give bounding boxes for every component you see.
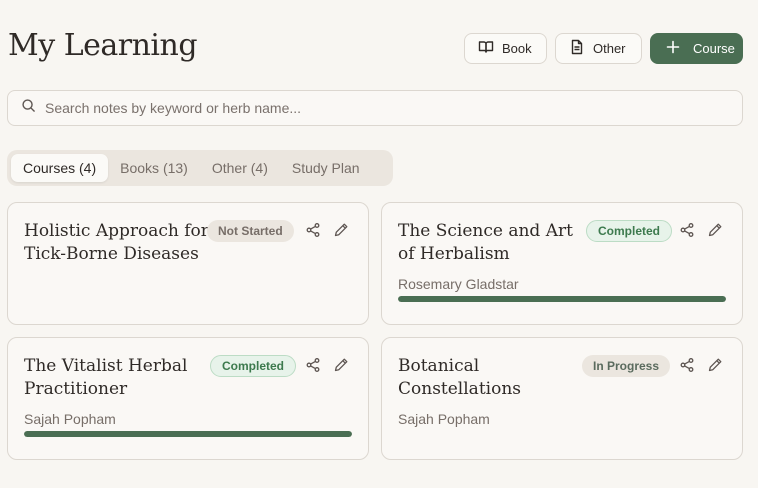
course-title: Botanical Constellations — [398, 356, 521, 399]
pencil-icon — [707, 358, 723, 377]
add-other-button[interactable]: Other — [555, 33, 642, 64]
plus-icon — [665, 39, 681, 58]
progress-bar — [398, 296, 726, 302]
tab-other[interactable]: Other (4) — [200, 154, 280, 182]
add-other-label: Other — [593, 41, 626, 56]
course-title: The Vitalist Herbal Practitioner — [24, 356, 188, 399]
course-card[interactable]: Holistic Approach for Tick-Borne Disease… — [7, 202, 369, 325]
tab-books[interactable]: Books (13) — [108, 154, 200, 182]
pencil-icon — [707, 223, 723, 242]
add-book-label: Book — [502, 41, 532, 56]
add-course-label: Course — [693, 41, 735, 56]
category-tabs: Courses (4) Books (13) Other (4) Study P… — [7, 150, 393, 186]
tab-courses[interactable]: Courses (4) — [11, 154, 109, 182]
course-card[interactable]: Botanical Constellations In Progress Saj… — [381, 337, 743, 460]
share-button[interactable] — [305, 222, 321, 238]
add-book-button[interactable]: Book — [464, 33, 547, 64]
my-learning-page: My Learning Book Other Course Search not… — [0, 0, 758, 488]
course-author: Sajah Popham — [24, 411, 116, 427]
document-icon — [569, 39, 585, 58]
search-input[interactable] — [45, 100, 742, 116]
progress-bar — [24, 431, 352, 437]
edit-button[interactable] — [707, 222, 723, 238]
status-badge: Completed — [586, 220, 673, 242]
course-card[interactable]: The Science and Art of Herbalism Complet… — [381, 202, 743, 325]
course-author: Sajah Popham — [398, 411, 490, 427]
search-icon — [21, 98, 36, 118]
tab-study-plan[interactable]: Study Plan — [280, 154, 372, 182]
share-button[interactable] — [679, 357, 695, 373]
share-icon — [679, 358, 695, 377]
status-badge: Not Started — [207, 220, 294, 242]
share-icon — [305, 223, 321, 242]
status-badge: Completed — [210, 355, 297, 377]
progress-fill — [398, 296, 726, 302]
search-bar — [7, 90, 743, 126]
book-open-icon — [478, 39, 494, 58]
pencil-icon — [333, 358, 349, 377]
edit-button[interactable] — [707, 357, 723, 373]
course-title: Holistic Approach for Tick-Borne Disease… — [24, 221, 209, 264]
course-title: The Science and Art of Herbalism — [398, 221, 573, 264]
share-button[interactable] — [679, 222, 695, 238]
pencil-icon — [333, 223, 349, 242]
add-course-button[interactable]: Course — [650, 33, 743, 64]
edit-button[interactable] — [333, 357, 349, 373]
progress-fill — [24, 431, 352, 437]
page-title: My Learning — [8, 28, 198, 63]
course-card[interactable]: The Vitalist Herbal Practitioner Complet… — [7, 337, 369, 460]
share-icon — [679, 223, 695, 242]
course-author: Rosemary Gladstar — [398, 276, 519, 292]
share-button[interactable] — [305, 357, 321, 373]
share-icon — [305, 358, 321, 377]
edit-button[interactable] — [333, 222, 349, 238]
status-badge: In Progress — [582, 355, 671, 377]
